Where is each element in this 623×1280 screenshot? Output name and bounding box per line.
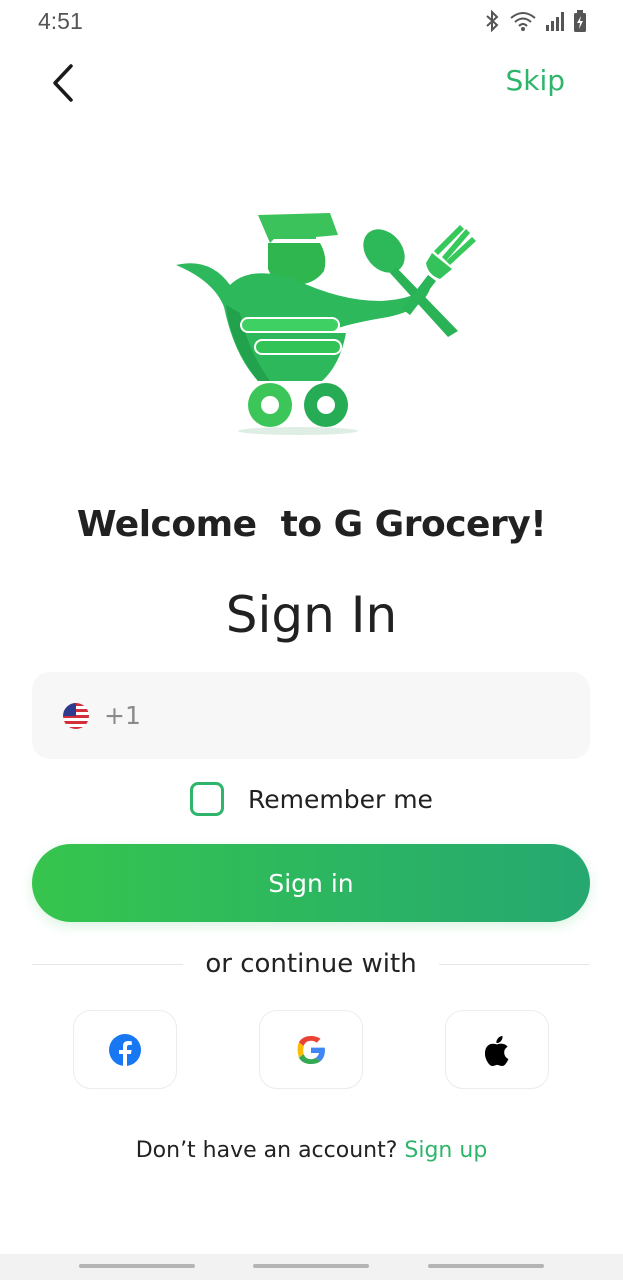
- bluetooth-icon: [486, 10, 499, 32]
- status-time: 4:51: [38, 8, 83, 34]
- grocery-cart-logo: [170, 205, 480, 440]
- facebook-icon: [109, 1033, 141, 1066]
- sign-up-link[interactable]: Sign up: [404, 1138, 487, 1163]
- chevron-left-icon: [53, 64, 73, 102]
- divider-text: or continue with: [205, 949, 417, 979]
- signal-icon: [546, 12, 564, 31]
- page-title: Sign In: [225, 586, 398, 644]
- wifi-icon: [510, 12, 536, 31]
- dial-code: +1: [104, 701, 141, 730]
- status-bar: 4:51: [0, 0, 623, 44]
- skip-link[interactable]: Skip: [505, 64, 565, 97]
- system-nav-bar: [0, 1254, 623, 1280]
- signup-prompt: Don’t have an account? Sign up: [0, 1138, 623, 1163]
- divider-line-right: [438, 963, 590, 965]
- back-button[interactable]: [44, 60, 84, 106]
- nav-back-button[interactable]: [428, 1264, 544, 1268]
- us-flag-icon[interactable]: [62, 702, 90, 730]
- divider: or continue with: [32, 944, 590, 984]
- google-icon: [297, 1035, 325, 1064]
- battery-charging-icon: [574, 10, 586, 32]
- signup-prompt-text: Don’t have an account?: [135, 1138, 398, 1163]
- checkbox-box[interactable]: [190, 782, 224, 816]
- remember-me-label: Remember me: [248, 784, 433, 814]
- apple-icon: [484, 1035, 509, 1066]
- status-icons: [483, 10, 587, 32]
- apple-login-button[interactable]: [445, 1010, 549, 1089]
- welcome-heading: Welcome to G Grocery!: [76, 504, 547, 545]
- facebook-login-button[interactable]: [73, 1010, 177, 1089]
- nav-recents-button[interactable]: [79, 1264, 195, 1268]
- google-login-button[interactable]: [259, 1010, 363, 1089]
- remember-me-checkbox[interactable]: Remember me: [190, 782, 433, 816]
- nav-home-button[interactable]: [253, 1264, 369, 1268]
- phone-input[interactable]: +1: [32, 672, 590, 759]
- sign-in-button[interactable]: Sign in: [32, 844, 590, 922]
- divider-line-left: [32, 963, 184, 965]
